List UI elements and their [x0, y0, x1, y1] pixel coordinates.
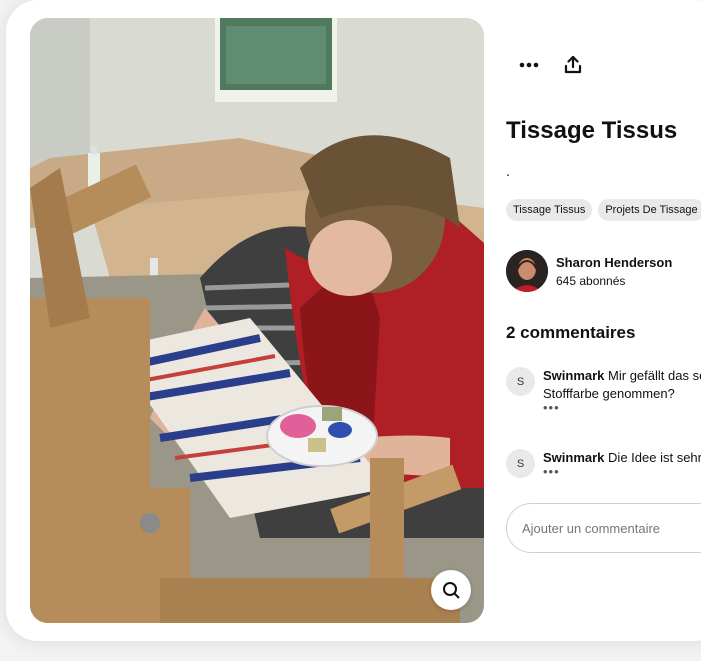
comment-text-line2: Stofffarbe genommen? [543, 386, 675, 401]
more-options-button[interactable] [516, 52, 542, 78]
tag-list: Tissage Tissus Projets De Tissage [506, 199, 701, 221]
follower-count: 645 abonnés [556, 273, 626, 288]
visual-search-button[interactable] [431, 570, 471, 610]
visual-search-icon [443, 582, 460, 599]
share-icon [564, 56, 582, 74]
comment-user[interactable]: Swinmark [543, 368, 604, 383]
comment-text: Mir gefällt das se [608, 368, 701, 383]
comment-user[interactable]: Swinmark [543, 450, 604, 465]
pin-title: Tissage Tissus [506, 117, 678, 144]
pin-image[interactable] [30, 18, 484, 623]
pin-card: Tissage Tissus . Tissage Tissus Projets … [6, 0, 701, 641]
comment-item: S Swinmark Die Idee ist sehr ••• [506, 449, 701, 478]
tag-chip[interactable]: Tissage Tissus [506, 199, 593, 221]
comment-avatar[interactable]: S [506, 449, 535, 478]
author-name[interactable]: Sharon Henderson [556, 255, 672, 270]
comment-avatar[interactable]: S [506, 367, 535, 396]
pin-details: Tissage Tissus . Tissage Tissus Projets … [506, 0, 701, 641]
comment-text: Die Idee ist sehr [608, 450, 701, 465]
add-comment-placeholder: Ajouter un commentaire [522, 520, 661, 536]
share-button[interactable] [560, 52, 586, 78]
avatar[interactable] [506, 250, 548, 292]
action-bar [516, 52, 586, 78]
add-comment-input[interactable]: Ajouter un commentaire [506, 503, 701, 553]
more-horizontal-icon [519, 62, 539, 68]
author-block[interactable]: Sharon Henderson 645 abonnés [506, 250, 672, 292]
comment-more-icon[interactable]: ••• [543, 401, 701, 414]
tag-chip[interactable]: Projets De Tissage [598, 199, 701, 221]
pin-description: . [506, 163, 510, 179]
comment-item: S Swinmark Mir gefällt das se Stofffarbe… [506, 367, 701, 414]
comment-more-icon[interactable]: ••• [543, 465, 701, 478]
comments-heading[interactable]: 2 commentaires [506, 323, 635, 343]
